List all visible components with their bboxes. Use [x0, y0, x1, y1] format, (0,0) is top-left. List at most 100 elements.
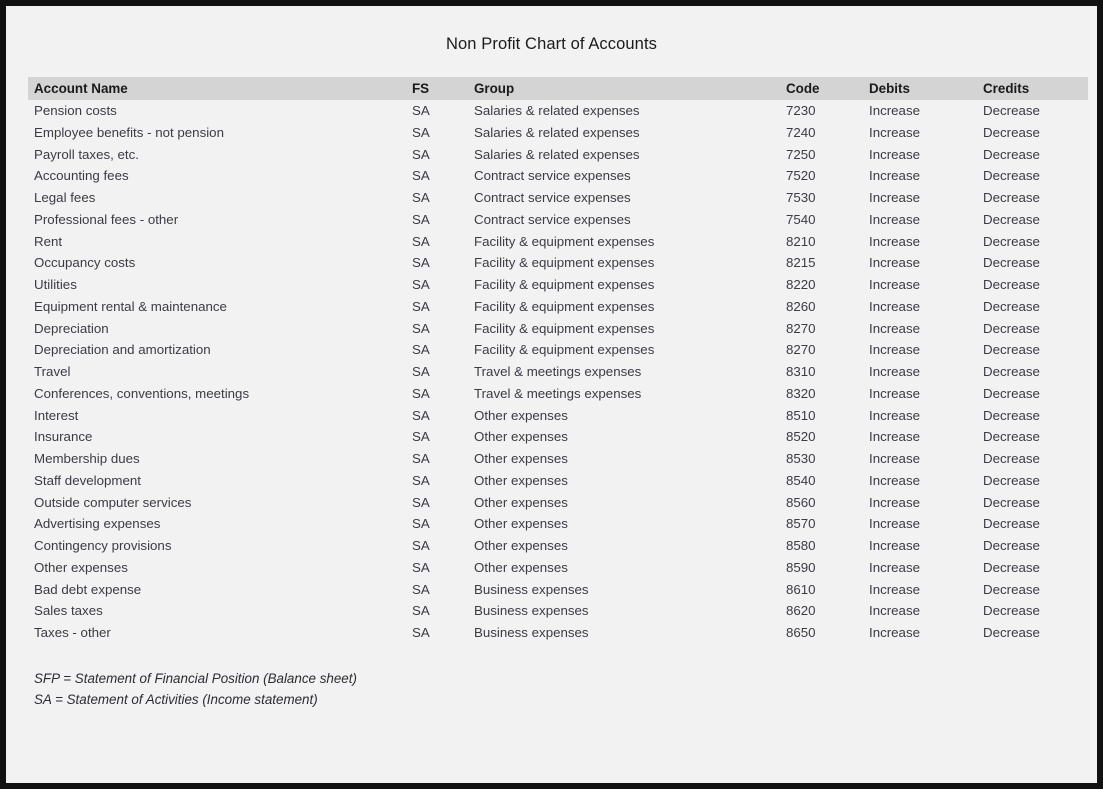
cell-credits: Decrease: [983, 470, 1088, 492]
table-row: Accounting feesSAContract service expens…: [28, 165, 1088, 187]
cell-account-name: Sales taxes: [34, 600, 410, 622]
table-row: Conferences, conventions, meetingsSATrav…: [28, 383, 1088, 405]
cell-group: Other expenses: [474, 448, 780, 470]
cell-fs: SA: [412, 535, 468, 557]
cell-credits: Decrease: [983, 318, 1088, 340]
cell-code: 8590: [786, 557, 856, 579]
column-header-fs: FS: [412, 77, 468, 100]
legend-notes: SFP = Statement of Financial Position (B…: [34, 668, 357, 710]
cell-account-name: Other expenses: [34, 557, 410, 579]
cell-code: 8310: [786, 361, 856, 383]
cell-code: 7520: [786, 165, 856, 187]
cell-credits: Decrease: [983, 144, 1088, 166]
cell-account-name: Outside computer services: [34, 492, 410, 514]
cell-fs: SA: [412, 470, 468, 492]
table-body: Pension costsSASalaries & related expens…: [28, 100, 1088, 644]
cell-group: Business expenses: [474, 579, 780, 601]
cell-group: Facility & equipment expenses: [474, 231, 780, 253]
cell-account-name: Depreciation: [34, 318, 410, 340]
table-row: Payroll taxes, etc.SASalaries & related …: [28, 144, 1088, 166]
cell-credits: Decrease: [983, 122, 1088, 144]
cell-debits: Increase: [869, 187, 979, 209]
cell-group: Other expenses: [474, 492, 780, 514]
cell-debits: Increase: [869, 426, 979, 448]
table-row: Advertising expensesSAOther expenses8570…: [28, 513, 1088, 535]
cell-fs: SA: [412, 557, 468, 579]
cell-account-name: Occupancy costs: [34, 252, 410, 274]
cell-group: Other expenses: [474, 405, 780, 427]
table-row: TravelSATravel & meetings expenses8310In…: [28, 361, 1088, 383]
cell-debits: Increase: [869, 361, 979, 383]
chart-of-accounts-table: Account Name FS Group Code Debits Credit…: [28, 77, 1088, 644]
table-row: Professional fees - otherSAContract serv…: [28, 209, 1088, 231]
cell-fs: SA: [412, 405, 468, 427]
cell-debits: Increase: [869, 405, 979, 427]
cell-code: 8610: [786, 579, 856, 601]
cell-code: 7530: [786, 187, 856, 209]
column-header-group: Group: [474, 77, 780, 100]
table-row: RentSAFacility & equipment expenses8210I…: [28, 231, 1088, 253]
cell-debits: Increase: [869, 274, 979, 296]
cell-group: Business expenses: [474, 600, 780, 622]
cell-debits: Increase: [869, 383, 979, 405]
cell-code: 8560: [786, 492, 856, 514]
cell-fs: SA: [412, 252, 468, 274]
cell-group: Other expenses: [474, 535, 780, 557]
table-row: Membership duesSAOther expenses8530Incre…: [28, 448, 1088, 470]
cell-credits: Decrease: [983, 535, 1088, 557]
cell-code: 8570: [786, 513, 856, 535]
cell-account-name: Accounting fees: [34, 165, 410, 187]
cell-fs: SA: [412, 339, 468, 361]
cell-group: Salaries & related expenses: [474, 100, 780, 122]
cell-fs: SA: [412, 209, 468, 231]
cell-code: 8520: [786, 426, 856, 448]
cell-credits: Decrease: [983, 579, 1088, 601]
table-row: Contingency provisionsSAOther expenses85…: [28, 535, 1088, 557]
cell-code: 8270: [786, 339, 856, 361]
table-row: Sales taxesSABusiness expenses8620Increa…: [28, 600, 1088, 622]
cell-credits: Decrease: [983, 165, 1088, 187]
cell-account-name: Rent: [34, 231, 410, 253]
cell-debits: Increase: [869, 122, 979, 144]
table-row: DepreciationSAFacility & equipment expen…: [28, 318, 1088, 340]
column-header-account-name: Account Name: [34, 77, 410, 100]
cell-account-name: Legal fees: [34, 187, 410, 209]
table-row: Staff developmentSAOther expenses8540Inc…: [28, 470, 1088, 492]
cell-debits: Increase: [869, 622, 979, 644]
cell-credits: Decrease: [983, 513, 1088, 535]
table-row: Bad debt expenseSABusiness expenses8610I…: [28, 579, 1088, 601]
cell-account-name: Insurance: [34, 426, 410, 448]
cell-code: 8260: [786, 296, 856, 318]
column-header-debits: Debits: [869, 77, 979, 100]
cell-fs: SA: [412, 100, 468, 122]
cell-code: 8220: [786, 274, 856, 296]
cell-group: Facility & equipment expenses: [474, 274, 780, 296]
cell-code: 8215: [786, 252, 856, 274]
table-row: Outside computer servicesSAOther expense…: [28, 492, 1088, 514]
cell-code: 7230: [786, 100, 856, 122]
cell-fs: SA: [412, 600, 468, 622]
cell-fs: SA: [412, 144, 468, 166]
cell-credits: Decrease: [983, 100, 1088, 122]
cell-credits: Decrease: [983, 405, 1088, 427]
cell-fs: SA: [412, 361, 468, 383]
cell-fs: SA: [412, 122, 468, 144]
cell-fs: SA: [412, 579, 468, 601]
table-row: Equipment rental & maintenanceSAFacility…: [28, 296, 1088, 318]
cell-credits: Decrease: [983, 209, 1088, 231]
table-header-row: Account Name FS Group Code Debits Credit…: [28, 77, 1088, 100]
cell-credits: Decrease: [983, 339, 1088, 361]
cell-code: 8320: [786, 383, 856, 405]
cell-group: Contract service expenses: [474, 209, 780, 231]
cell-fs: SA: [412, 165, 468, 187]
cell-credits: Decrease: [983, 274, 1088, 296]
cell-debits: Increase: [869, 448, 979, 470]
cell-credits: Decrease: [983, 361, 1088, 383]
legend-line-sfp: SFP = Statement of Financial Position (B…: [34, 668, 357, 689]
cell-fs: SA: [412, 426, 468, 448]
cell-code: 7250: [786, 144, 856, 166]
cell-group: Contract service expenses: [474, 187, 780, 209]
table-row: Depreciation and amortizationSAFacility …: [28, 339, 1088, 361]
cell-code: 7540: [786, 209, 856, 231]
cell-debits: Increase: [869, 513, 979, 535]
